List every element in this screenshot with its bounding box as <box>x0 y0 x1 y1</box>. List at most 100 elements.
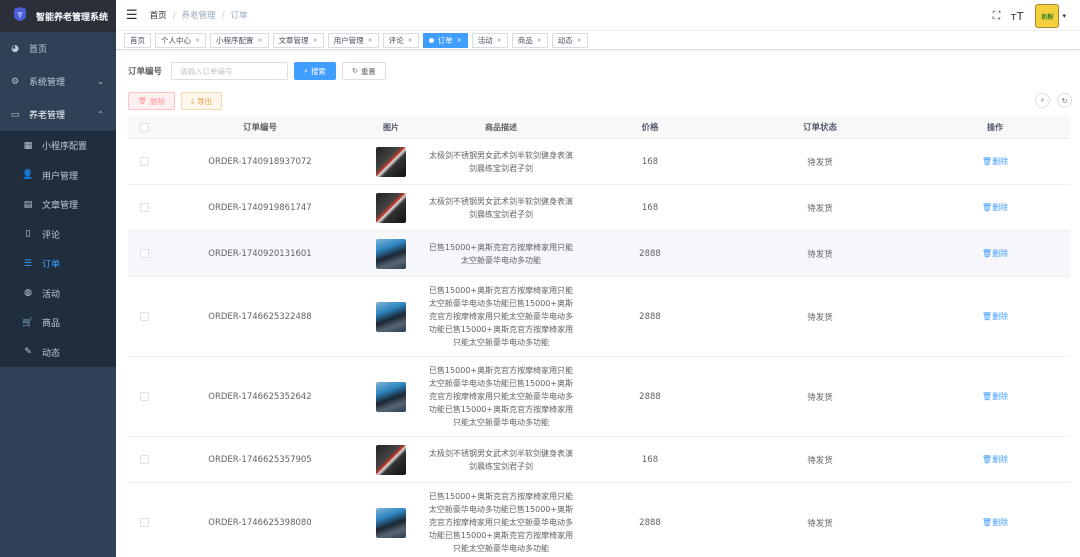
row-checkbox[interactable] <box>139 249 149 258</box>
row-delete-link[interactable]: 🗑删除 <box>982 203 1008 212</box>
app-logo-icon <box>14 7 26 21</box>
header-actions: 操作 <box>987 122 1003 132</box>
refresh-icon: ↻ <box>351 67 358 75</box>
toggle-search-icon[interactable]: ⌕ <box>1035 93 1050 108</box>
sidebar-item-users[interactable]: 👤 用户管理 <box>0 161 116 191</box>
select-all-checkbox[interactable] <box>139 122 149 132</box>
row-delete-link[interactable]: 🗑删除 <box>982 518 1008 527</box>
trash-icon: 🗑 <box>981 157 993 166</box>
product-image[interactable] <box>376 507 406 538</box>
product-image[interactable] <box>376 192 406 223</box>
download-icon: ⤓ <box>190 96 194 105</box>
search-button[interactable]: ⌕ 搜索 <box>294 62 336 80</box>
sidebar-item-orders[interactable]: ☰ 订单 <box>0 249 116 279</box>
row-checkbox[interactable] <box>139 312 149 321</box>
sidebar-item-products[interactable]: 🛒 商品 <box>0 308 116 338</box>
hamburger-icon[interactable]: ☰ <box>126 8 138 23</box>
product-image[interactable] <box>376 444 406 475</box>
tag-activities[interactable]: 活动 × <box>471 32 508 48</box>
avatar[interactable]: 奶粉 <box>1035 4 1060 28</box>
close-icon[interactable]: × <box>195 37 200 44</box>
close-icon[interactable]: × <box>497 37 502 44</box>
close-icon[interactable]: × <box>368 37 373 44</box>
order-no: ORDER-1740919861747 <box>208 202 312 213</box>
row-delete-link[interactable]: 🗑删除 <box>982 392 1008 401</box>
table-row[interactable]: ORDER-1740919861747 太极剑不锈钢男女武术剑半软剑健身表演剑晨练… <box>128 185 1070 231</box>
product-image[interactable] <box>376 301 406 332</box>
row-delete-link[interactable]: 🗑删除 <box>982 312 1008 321</box>
price: 2888 <box>639 391 661 402</box>
close-icon[interactable]: × <box>457 37 462 44</box>
row-checkbox[interactable] <box>139 157 149 166</box>
table-row[interactable]: ORDER-1746625322488 已售15000+奥斯克官方按摩椅家用只能太… <box>128 277 1070 357</box>
row-checkbox[interactable] <box>139 392 149 401</box>
sidebar-item-home[interactable]: ◕ 首页 <box>0 32 116 65</box>
delete-button[interactable]: 🗑 删除 <box>128 92 175 110</box>
tag-miniprogram[interactable]: 小程序配置 × <box>210 32 269 48</box>
book-icon: ▯ <box>25 229 31 240</box>
table-row[interactable]: ORDER-1746625352642 已售15000+奥斯克官方按摩椅家用只能太… <box>128 357 1070 437</box>
reset-button[interactable]: ↻ 重置 <box>341 62 386 80</box>
price: 168 <box>641 156 659 167</box>
table-row[interactable]: ORDER-1746625398080 已售15000+奥斯克官方按摩椅家用只能太… <box>128 483 1070 557</box>
dashboard-icon: ◕ <box>11 43 19 54</box>
breadcrumb-elderly[interactable]: 养老管理 <box>182 11 216 21</box>
table-row[interactable]: ORDER-1740920131601 已售15000+奥斯克官方按摩椅家用只能太… <box>128 231 1070 277</box>
sidebar-item-moments[interactable]: ✎ 动态 <box>0 338 116 368</box>
product-desc: 太极剑不锈钢男女武术剑半软剑健身表演剑晨练宝剑君子剑 <box>429 448 573 471</box>
product-image[interactable] <box>376 146 406 177</box>
close-icon[interactable]: × <box>537 37 542 44</box>
sidebar-item-elderly-care[interactable]: ▭ 养老管理 ⌃ <box>0 98 116 131</box>
tag-comments[interactable]: 评论 × <box>382 32 419 48</box>
tag-home[interactable]: 首页 <box>124 32 151 48</box>
sidebar-item-activities[interactable]: ◍ 活动 <box>0 279 116 309</box>
close-icon[interactable]: × <box>313 37 318 44</box>
product-image[interactable] <box>376 381 406 412</box>
tag-label: 首页 <box>130 35 145 45</box>
row-delete-link[interactable]: 🗑删除 <box>982 455 1008 464</box>
tag-label: 小程序配置 <box>216 35 254 45</box>
row-delete-link[interactable]: 🗑删除 <box>982 249 1008 258</box>
cart-icon: 🛒 <box>22 317 34 328</box>
row-checkbox[interactable] <box>139 518 149 527</box>
product-image[interactable] <box>376 238 406 269</box>
sidebar-item-system[interactable]: ⚙ 系统管理 ⌄ <box>0 65 116 98</box>
refresh-icon[interactable]: ↻ <box>1057 93 1072 108</box>
close-icon[interactable]: × <box>258 37 263 44</box>
breadcrumb-home[interactable]: 首页 <box>150 11 167 21</box>
caret-down-icon[interactable]: ▾ <box>1062 12 1066 20</box>
table-row[interactable]: ORDER-1746625357905 太极剑不锈钢男女武术剑半软剑健身表演剑晨练… <box>128 437 1070 483</box>
fullscreen-icon[interactable]: ⛶ <box>993 9 1001 23</box>
close-icon[interactable]: × <box>577 37 582 44</box>
tag-articles[interactable]: 文章管理 × <box>272 32 324 48</box>
reset-button-label: 重置 <box>360 66 376 76</box>
row-checkbox[interactable] <box>139 455 149 464</box>
row-delete-link[interactable]: 🗑删除 <box>982 157 1008 166</box>
tag-products[interactable]: 商品 × <box>511 32 548 48</box>
row-checkbox[interactable] <box>139 203 149 212</box>
tag-moments[interactable]: 动态 × <box>551 32 588 48</box>
table-row[interactable]: ORDER-1740918937072 太极剑不锈钢男女武术剑半软剑健身表演剑晨练… <box>128 139 1070 185</box>
order-no-input[interactable]: 请输入订单编号 <box>171 62 289 80</box>
sidebar-item-label: 用户管理 <box>42 171 79 182</box>
tag-profile[interactable]: 个人中心 × <box>155 32 207 48</box>
sidebar-submenu: ▦ 小程序配置 👤 用户管理 ▤ 文章管理 ▯ 评论 ☰ 订单 ◍ 活动 🛒 商… <box>0 131 116 367</box>
sidebar-logo[interactable]: 智能养老管理系统 <box>0 0 116 32</box>
sidebar-item-comments[interactable]: ▯ 评论 <box>0 220 116 250</box>
font-size-icon[interactable]: ᴛT <box>1010 10 1023 23</box>
main-content: ☰ 首页 / 养老管理 / 订单 ⛶ ᴛT 奶粉 ▾ 首页 个人中心 × 小程序配置 × 文… <box>116 0 1080 557</box>
trash-icon: 🗑 <box>981 455 993 464</box>
sidebar-item-label: 小程序配置 <box>42 142 88 153</box>
tag-users[interactable]: 用户管理 × <box>327 32 379 48</box>
export-button[interactable]: ⤓ 导出 <box>180 92 222 110</box>
sidebar-item-label: 文章管理 <box>42 201 79 212</box>
product-desc: 已售15000+奥斯克官方按摩椅家用只能太空舱豪华电动多功能 <box>428 242 574 265</box>
close-icon[interactable]: × <box>408 37 413 44</box>
order-status: 待发货 <box>807 157 833 168</box>
sidebar-item-label: 系统管理 <box>29 78 66 88</box>
tag-orders[interactable]: 订单 × <box>422 32 468 48</box>
sidebar-item-articles[interactable]: ▤ 文章管理 <box>0 190 116 220</box>
sidebar-item-miniprogram[interactable]: ▦ 小程序配置 <box>0 131 116 161</box>
monitor-icon: ▭ <box>10 109 20 120</box>
header-price: 价格 <box>641 123 659 133</box>
